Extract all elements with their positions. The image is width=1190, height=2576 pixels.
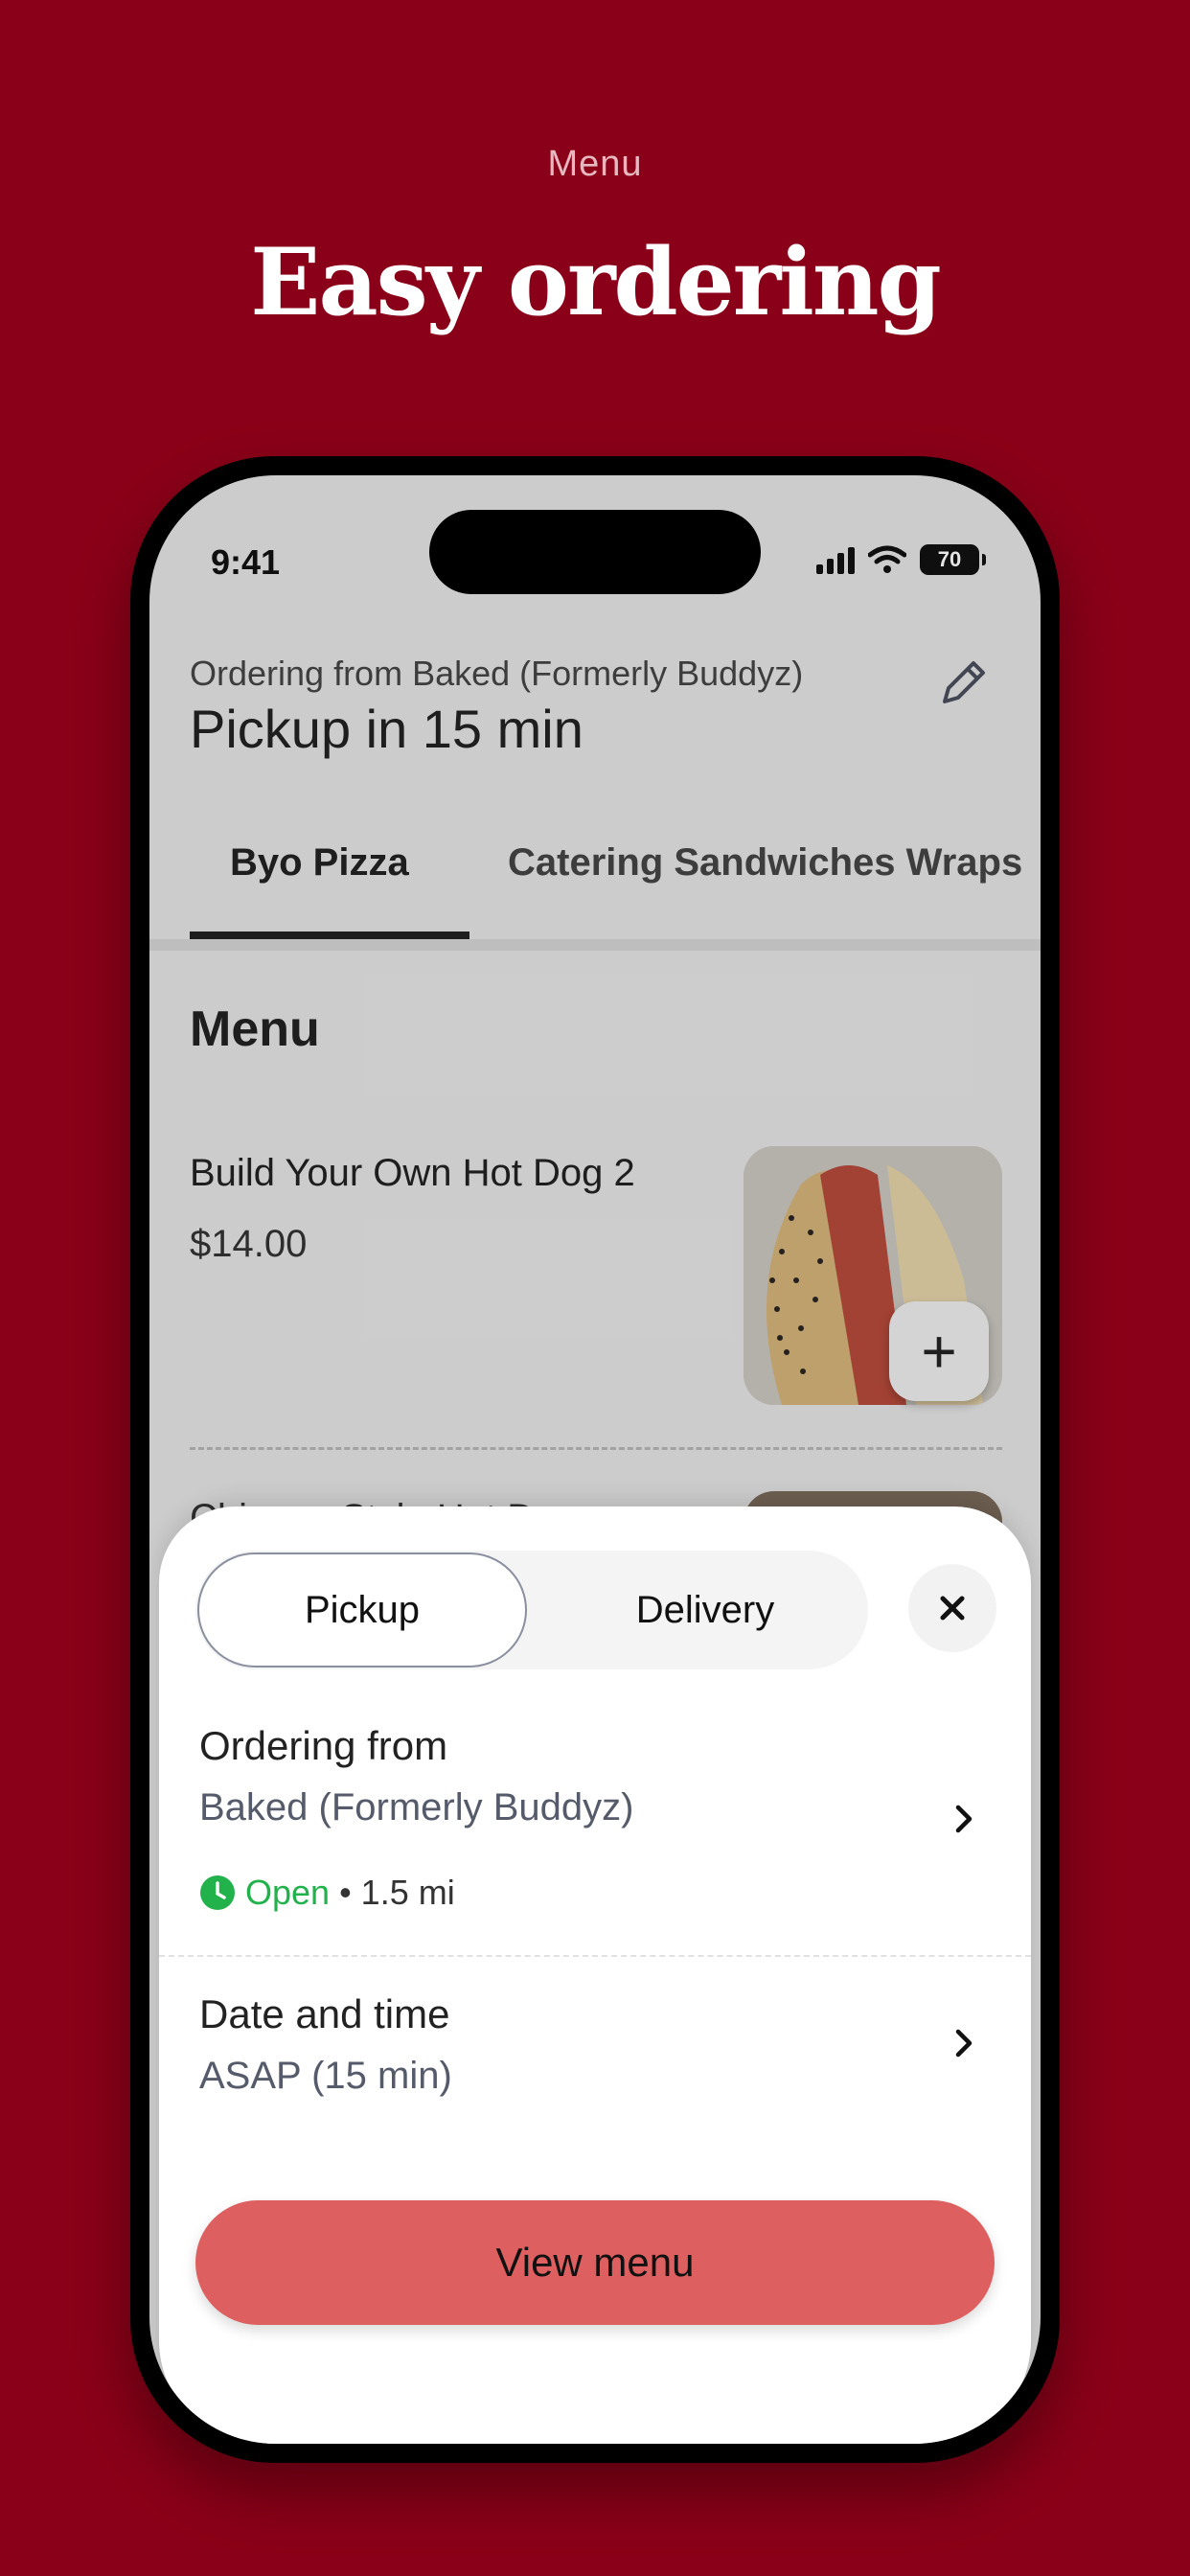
- sheet-divider: [159, 1955, 1031, 1957]
- open-status: Open: [245, 1873, 331, 1912]
- date-time-value: ASAP (15 min): [199, 2055, 452, 2097]
- store-name: Baked (Formerly Buddyz): [199, 1786, 634, 1828]
- close-button[interactable]: [908, 1564, 996, 1652]
- tab-catering-sandwiches-wraps[interactable]: Catering Sandwiches Wraps: [508, 841, 1022, 885]
- tab-byo-pizza[interactable]: Byo Pizza: [190, 811, 469, 941]
- cellular-signal-icon: [816, 545, 855, 574]
- chevron-right-icon: [955, 2029, 973, 2058]
- status-icons: 70: [816, 544, 986, 575]
- status-time: 9:41: [211, 542, 281, 582]
- close-icon: [940, 1596, 965, 1621]
- tabs-divider: [149, 939, 1041, 951]
- hero-title: Easy ordering: [250, 228, 941, 336]
- battery-icon: 70: [920, 544, 986, 575]
- date-time-label: Date and time: [199, 1991, 450, 2036]
- ordering-from-line: Ordering from Baked (Formerly Buddyz): [190, 654, 804, 693]
- chevron-right-icon: [955, 1805, 973, 1833]
- pickup-time-title: Pickup in 15 min: [190, 699, 584, 759]
- tab-label: Byo Pizza: [230, 841, 409, 884]
- item-divider: [190, 1447, 1002, 1450]
- order-options-sheet: Pickup Delivery Ordering from Baked (For…: [159, 1506, 1031, 2444]
- clock-icon: [200, 1875, 235, 1910]
- pickup-option[interactable]: Pickup: [197, 1552, 527, 1668]
- category-tabs: Byo Pizza Catering Sandwiches Wraps: [149, 811, 1041, 945]
- view-menu-button[interactable]: View menu: [195, 2200, 995, 2325]
- store-distance: • 1.5 mi: [339, 1873, 455, 1912]
- menu-item-name[interactable]: Build Your Own Hot Dog 2: [190, 1152, 635, 1195]
- store-status: Open • 1.5 mi: [199, 1873, 455, 1913]
- phone-screen: 9:41 70 Ordering from Baked (Formerly Bu…: [149, 475, 1041, 2444]
- menu-heading: Menu: [190, 1001, 320, 1057]
- delivery-option[interactable]: Delivery: [542, 1551, 868, 1669]
- phone-frame: 9:41 70 Ordering from Baked (Formerly Bu…: [130, 456, 1060, 2463]
- pickup-delivery-toggle: Pickup Delivery: [195, 1551, 868, 1669]
- menu-item-price: $14.00: [190, 1223, 308, 1265]
- wifi-icon: [868, 545, 906, 573]
- plus-icon: +: [921, 1317, 957, 1386]
- date-time-row[interactable]: Date and time ASAP (15 min): [159, 1976, 1031, 2129]
- add-item-button[interactable]: +: [889, 1301, 989, 1401]
- pencil-icon[interactable]: [931, 652, 995, 715]
- ordering-from-row[interactable]: Ordering from Baked (Formerly Buddyz) Op…: [159, 1708, 1031, 1938]
- hero-eyebrow: Menu: [547, 144, 643, 184]
- ordering-from-label: Ordering from: [199, 1723, 448, 1768]
- dynamic-island: [429, 510, 761, 594]
